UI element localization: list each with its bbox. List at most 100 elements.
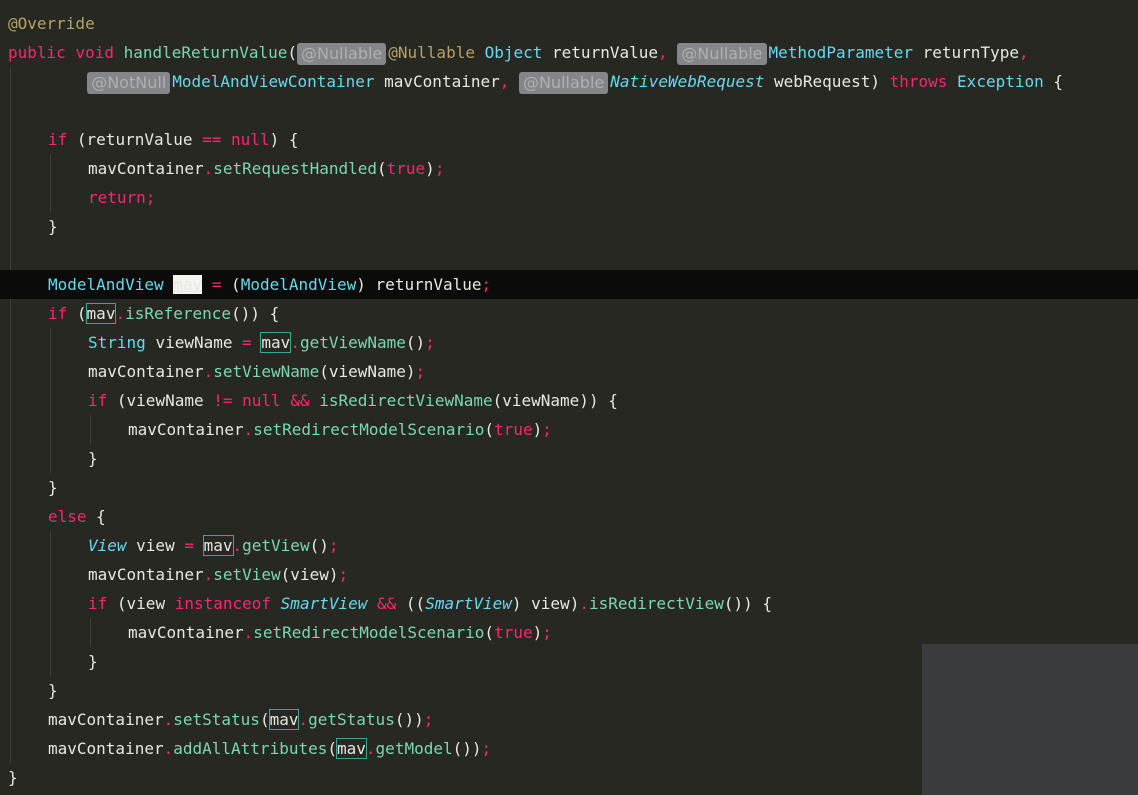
- code-token: =: [242, 333, 262, 352]
- code-token: ModelAndView: [240, 275, 357, 294]
- code-line[interactable]: [0, 96, 1138, 125]
- code-token: .: [203, 362, 214, 381]
- code-line[interactable]: mavContainer.setRedirectModelScenario(tr…: [0, 618, 1138, 647]
- code-token: (viewName)) {: [492, 391, 618, 410]
- code-line[interactable]: mavContainer.setRedirectModelScenario(tr…: [0, 415, 1138, 444]
- code-token: .: [115, 304, 126, 323]
- code-token: getModel: [375, 739, 453, 758]
- indent-guide: [10, 212, 11, 241]
- indent-guide: [10, 357, 11, 386]
- code-line-current[interactable]: ModelAndView mav = (ModelAndView) return…: [0, 270, 1138, 299]
- code-token: {: [96, 507, 106, 526]
- code-token: MethodParameter: [768, 43, 923, 62]
- code-token: isRedirectViewName: [319, 391, 493, 410]
- code-text: mavContainer.setStatus(mav.getStatus());: [48, 705, 433, 734]
- code-token: ,: [1018, 43, 1029, 62]
- code-line[interactable]: if (returnValue == null) {: [0, 125, 1138, 154]
- code-text: if (view instanceof SmartView && ((Smart…: [88, 589, 772, 618]
- code-text: mavContainer.addAllAttributes(mav.getMod…: [48, 734, 491, 763]
- code-line[interactable]: else {: [0, 502, 1138, 531]
- code-token: (: [377, 159, 387, 178]
- code-token: .: [243, 420, 254, 439]
- code-token: setRequestHandled: [213, 159, 377, 178]
- code-token: ;: [481, 275, 492, 294]
- indent-guide: [50, 647, 51, 676]
- code-line[interactable]: }: [0, 473, 1138, 502]
- code-token: @Nullable: [388, 43, 485, 62]
- code-token: .: [203, 159, 214, 178]
- code-token: ;: [423, 710, 434, 729]
- code-token: }: [48, 681, 58, 700]
- indent-guide: [50, 154, 51, 183]
- code-token: true: [386, 159, 426, 178]
- indent-guide: [10, 183, 11, 212]
- code-line[interactable]: View view = mav.getView();: [0, 531, 1138, 560]
- code-line[interactable]: }: [0, 212, 1138, 241]
- indent-guide: [50, 328, 51, 357]
- code-line[interactable]: }: [0, 444, 1138, 473]
- code-token: ==: [202, 130, 232, 149]
- code-token: true: [494, 623, 533, 642]
- code-token: setViewName: [213, 362, 320, 381]
- code-text: }: [48, 473, 58, 502]
- code-text: if (viewName != null && isRedirectViewNa…: [88, 386, 618, 415]
- indent-guide: [10, 415, 11, 444]
- code-text: @Override: [8, 9, 95, 38]
- code-token: ()) {: [231, 304, 280, 323]
- code-text: mavContainer.setRedirectModelScenario(tr…: [128, 618, 552, 647]
- indent-guide: [10, 299, 11, 328]
- indent-guide: [50, 560, 51, 589]
- code-line[interactable]: mavContainer.setViewName(viewName);: [0, 357, 1138, 386]
- code-token: .: [579, 594, 589, 613]
- code-line[interactable]: @Override: [0, 9, 1138, 38]
- code-token: true: [494, 420, 533, 439]
- code-line[interactable]: if (viewName != null && isRedirectViewNa…: [0, 386, 1138, 415]
- code-token: null: [231, 130, 270, 149]
- code-token: ModelAndViewContainer: [172, 72, 385, 91]
- code-text: @NotNull ModelAndViewContainer mavContain…: [87, 67, 1063, 96]
- overlay-panel: [922, 644, 1138, 795]
- code-token: setView: [213, 565, 281, 584]
- code-token: setRedirectModelScenario: [253, 623, 485, 642]
- code-line[interactable]: @NotNull ModelAndViewContainer mavContain…: [0, 67, 1138, 96]
- code-token: .: [232, 536, 243, 555]
- indent-guide: [50, 618, 51, 647]
- indent-guide: [10, 531, 11, 560]
- code-line[interactable]: if (mav.isReference()) {: [0, 299, 1138, 328]
- code-line[interactable]: return;: [0, 183, 1138, 212]
- code-token: }: [8, 768, 18, 787]
- code-token: (viewName): [319, 362, 416, 381]
- code-token: setRedirectModelScenario: [253, 420, 485, 439]
- code-text: mavContainer.setView(view);: [88, 560, 348, 589]
- code-token: getView: [242, 536, 310, 555]
- code-token: ) view): [511, 594, 580, 613]
- code-token: ;: [328, 536, 339, 555]
- code-token: View: [88, 536, 127, 555]
- code-token: ;: [434, 159, 445, 178]
- code-token: .: [163, 710, 174, 729]
- code-line[interactable]: [0, 241, 1138, 270]
- indent-guide: [10, 676, 11, 705]
- code-line[interactable]: mavContainer.setView(view);: [0, 560, 1138, 589]
- indent-guide: [10, 328, 11, 357]
- code-token: else: [48, 507, 97, 526]
- code-token: isReference: [125, 304, 232, 323]
- code-line[interactable]: public void handleReturnValue(@Nullable @…: [0, 38, 1138, 67]
- inlay-hint: @Nullable: [297, 42, 387, 65]
- code-line[interactable]: String viewName = mav.getViewName();: [0, 328, 1138, 357]
- variable-reference: mav: [173, 275, 203, 294]
- code-token: (view): [280, 565, 339, 584]
- code-text: View view = mav.getView();: [88, 531, 338, 560]
- code-text: public void handleReturnValue(@Nullable @…: [8, 38, 1029, 67]
- code-token: (: [484, 623, 495, 642]
- code-token: ;: [542, 420, 552, 439]
- code-text: else {: [48, 502, 106, 531]
- code-token: (: [259, 710, 270, 729]
- indent-guide: [10, 705, 11, 734]
- code-line[interactable]: if (view instanceof SmartView && ((Smart…: [0, 589, 1138, 618]
- code-token: mavContainer: [48, 710, 164, 729]
- code-token: public: [8, 43, 76, 62]
- code-token: (: [76, 304, 87, 323]
- code-token: String: [88, 333, 156, 352]
- code-line[interactable]: mavContainer.setRequestHandled(true);: [0, 154, 1138, 183]
